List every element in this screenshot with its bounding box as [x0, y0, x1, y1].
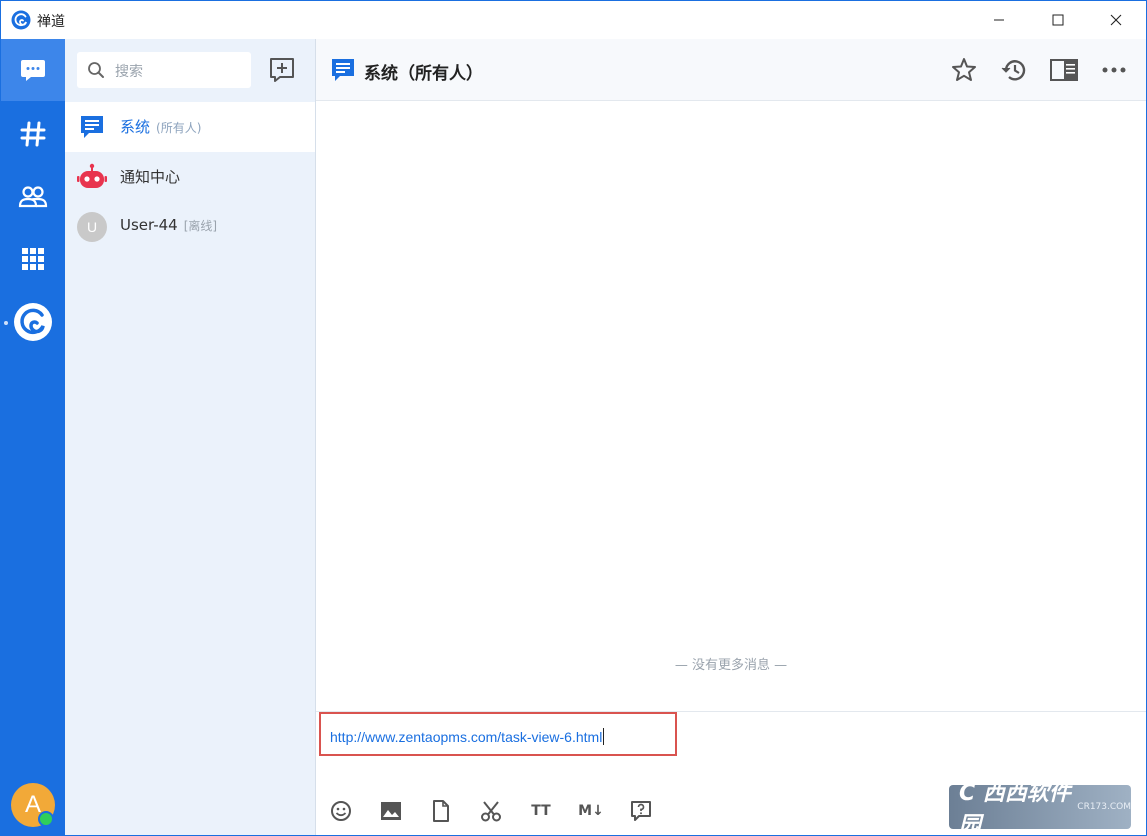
chat-title: 系统（所有人）: [364, 64, 483, 84]
hashtag-icon: [20, 121, 46, 147]
online-status-dot: [38, 811, 54, 827]
chat-name: 系统: [120, 118, 151, 136]
app-window: 禅道 A 搜索 系统 (所有人) 通知中心 U User-44 [离线] 系统（…: [0, 0, 1147, 836]
chat-item-user-44[interactable]: U User-44 [离线]: [65, 202, 315, 252]
new-chat-button[interactable]: [267, 55, 297, 85]
close-button[interactable]: [1093, 1, 1139, 39]
nav-chats[interactable]: [1, 39, 65, 101]
chat-header: 系统（所有人）: [316, 39, 1146, 101]
search-box[interactable]: 搜索: [77, 52, 251, 88]
system-chat-icon: [81, 116, 103, 138]
chat-item-label: User-44 [离线]: [120, 216, 217, 234]
zentao-logo-icon: [11, 10, 31, 30]
more-icon: [1102, 67, 1126, 73]
chat-item-label: 系统 (所有人): [120, 116, 201, 137]
maximize-icon: [1052, 14, 1064, 26]
chat-list-panel: 搜索 系统 (所有人) 通知中心 U User-44 [离线]: [65, 39, 316, 835]
users-icon: [18, 186, 48, 208]
more-button[interactable]: [1098, 54, 1130, 86]
chat-item-icon: [77, 112, 107, 142]
user-status: [离线]: [183, 219, 218, 233]
chat-item-label: 通知中心: [120, 168, 181, 186]
main-nav: A: [1, 39, 65, 835]
history-button[interactable]: [998, 54, 1030, 86]
search-placeholder: 搜索: [115, 64, 143, 80]
minimize-icon: [994, 19, 1004, 21]
add-chat-icon: [270, 58, 294, 82]
star-icon: [952, 58, 976, 81]
robot-icon: [77, 163, 107, 188]
minimize-button[interactable]: [976, 1, 1022, 39]
chat-sub: (所有人): [156, 121, 202, 135]
nav-apps[interactable]: [1, 228, 65, 290]
screenshot-button[interactable]: [476, 796, 506, 826]
chat-item-icon: [77, 162, 107, 192]
nav-contacts[interactable]: [1, 165, 65, 227]
chat-name: User-44: [120, 216, 178, 234]
file-button[interactable]: [426, 796, 456, 826]
user-avatar: U: [77, 212, 107, 242]
message-input-text: http://www.zentaopms.com/task-view-6.htm…: [330, 728, 605, 745]
close-icon: [1110, 14, 1122, 26]
window-title: 禅道: [37, 14, 65, 30]
message-input[interactable]: http://www.zentaopms.com/task-view-6.htm…: [319, 712, 677, 756]
nav-zentao[interactable]: [1, 291, 65, 353]
font-size-button[interactable]: TT: [526, 796, 556, 826]
watermark: C 西西软件园 CR173.COM: [949, 781, 1131, 835]
watermark-sub: CR173.COM: [1077, 802, 1131, 812]
user-avatar-letter: U: [86, 219, 98, 235]
maximize-button[interactable]: [1035, 1, 1081, 39]
no-more-messages: — 没有更多消息 —: [674, 658, 788, 673]
search-icon: [88, 62, 104, 78]
help-bubble-icon: [631, 801, 651, 821]
help-button[interactable]: [626, 796, 656, 826]
image-icon: [381, 802, 401, 820]
markdown-button[interactable]: M↓: [574, 796, 608, 826]
file-icon: [433, 800, 449, 822]
chat-item-icon: U: [77, 212, 107, 242]
nav-indicator-dot: [4, 321, 8, 325]
markdown-label: M↓: [578, 803, 604, 819]
message-input-value: http://www.zentaopms.com/task-view-6.htm…: [330, 729, 603, 745]
image-button[interactable]: [376, 796, 406, 826]
nav-channels[interactable]: [1, 103, 65, 165]
chat-bubble-icon: [21, 60, 45, 81]
text-caret: [603, 728, 605, 745]
grid-icon: [22, 248, 44, 270]
star-button[interactable]: [948, 54, 980, 86]
title-bar: 禅道: [1, 1, 1146, 39]
chat-item-notifications[interactable]: 通知中心: [65, 152, 315, 202]
watermark-main: C 西西软件园: [959, 781, 1071, 836]
chat-item-system[interactable]: 系统 (所有人): [65, 102, 315, 152]
chat-main: 系统（所有人） — 没有更多消息 — http://www.zentaopms.…: [316, 39, 1146, 835]
emoji-icon: [331, 801, 351, 821]
sidebar-toggle-button[interactable]: [1048, 54, 1080, 86]
scissors-icon: [481, 801, 501, 822]
system-chat-icon: [332, 59, 354, 81]
sidebar-toggle-icon: [1050, 59, 1078, 81]
history-icon: [1001, 60, 1026, 81]
emoji-button[interactable]: [326, 796, 356, 826]
font-size-label: TT: [531, 803, 551, 819]
zentao-logo-icon: [14, 303, 52, 341]
